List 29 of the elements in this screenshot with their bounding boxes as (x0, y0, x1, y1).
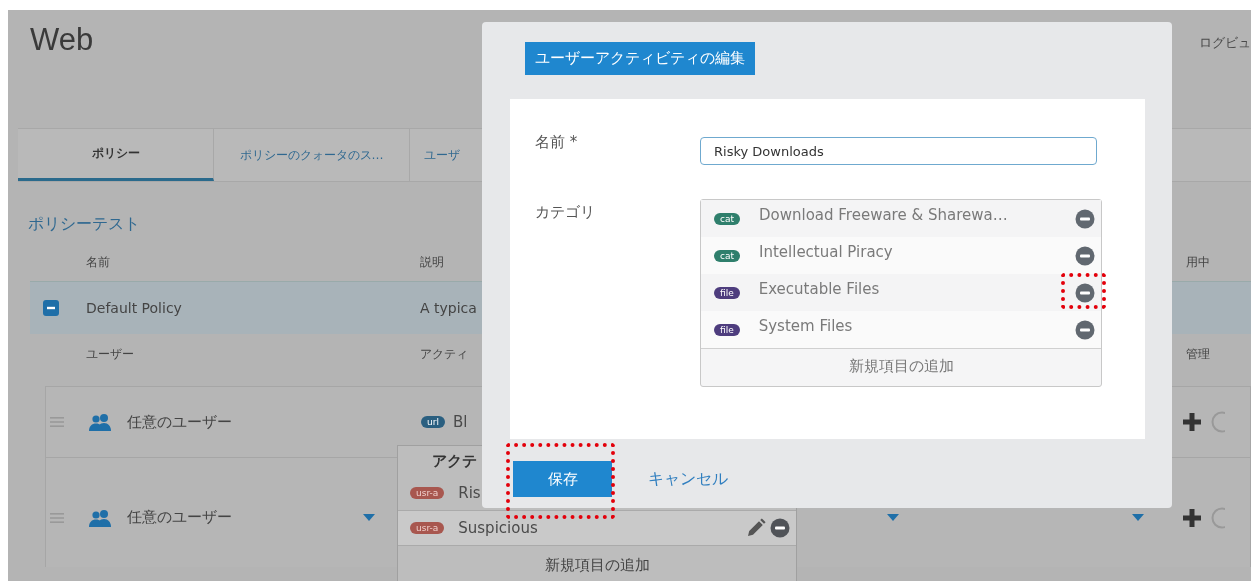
user-name: 任意のユーザー (127, 412, 233, 432)
type-tag: cat (714, 249, 740, 262)
type-tag: cat (714, 212, 740, 225)
category-name: Download Freeware & Sharewa… (759, 205, 1009, 224)
page-title: Web (30, 22, 94, 58)
dropdown-header: アクテ (431, 451, 478, 472)
activity-name: Suspicious (458, 519, 539, 537)
column-header: 用中 (1186, 254, 1210, 269)
policy-name: Default Policy (86, 300, 183, 316)
type-tag: file (714, 323, 740, 336)
dialog-title: ユーザーアクティビティの編集 (525, 42, 755, 75)
policy-description: A typica (420, 300, 477, 316)
column-header: ユーザー (86, 346, 134, 361)
activity-name: Ris (458, 484, 482, 502)
column-header: アクティ (420, 346, 468, 361)
category-name: Executable Files (758, 279, 881, 298)
user-name: 任意のユーザー (127, 508, 233, 527)
column-header: 説明 (420, 254, 444, 269)
category-name: Intellectual Piracy (759, 242, 894, 261)
column-header: 名前 (86, 254, 110, 269)
field-label: 名前 * (535, 132, 579, 152)
activity-name: Bl (452, 413, 468, 431)
category-name: System Files (758, 316, 854, 335)
field-label: カテゴリ (535, 202, 596, 222)
type-tag: url (421, 416, 445, 428)
type-tag: usr-a (410, 487, 445, 499)
column-header: 管理 (1186, 346, 1210, 361)
type-tag: usr-a (410, 522, 445, 534)
type-tag: file (714, 286, 740, 299)
